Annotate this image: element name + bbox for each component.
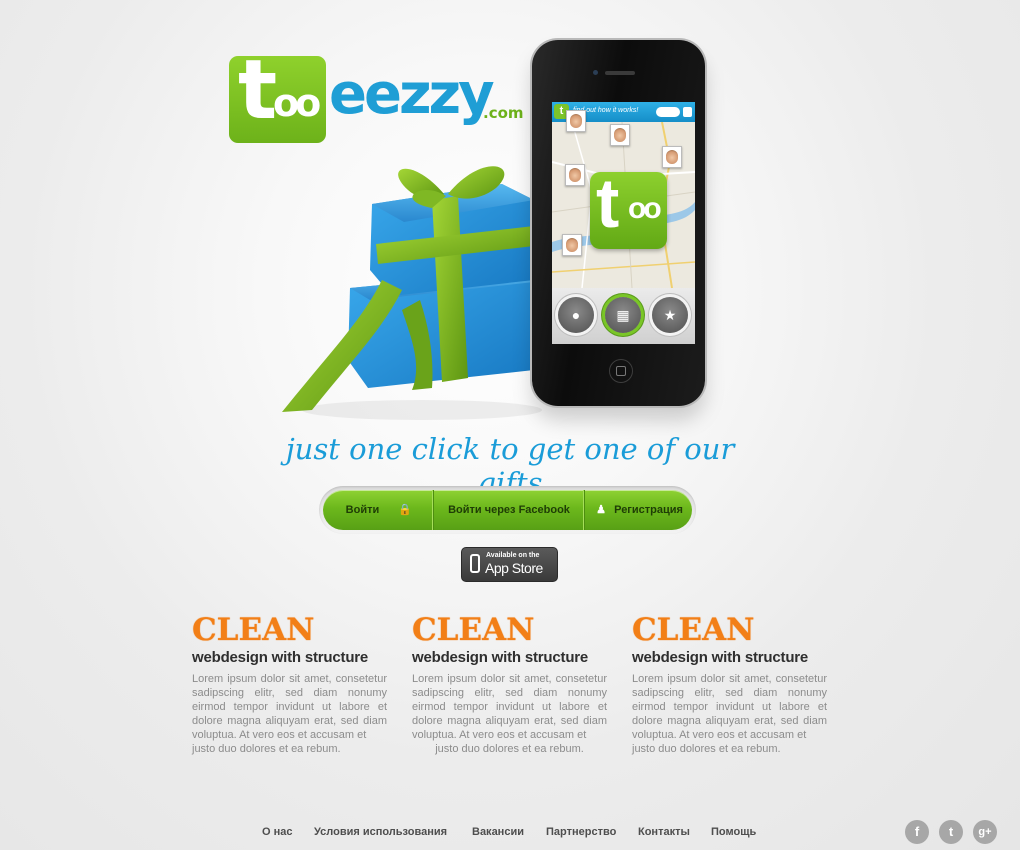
feature-column: CLEAN webdesign with structure Lorem ips… bbox=[632, 612, 827, 756]
map-user-avatar bbox=[610, 124, 630, 146]
footer-link-contacts[interactable]: Контакты bbox=[638, 826, 690, 838]
logo-domain: .com bbox=[483, 104, 524, 122]
lock-icon: 🔒 bbox=[398, 504, 413, 516]
twitter-icon[interactable]: t bbox=[939, 820, 963, 844]
logo-wordmark: eezzy bbox=[329, 62, 495, 127]
map-user-avatar bbox=[662, 146, 682, 168]
feature-text: Lorem ipsum dolor sit amet, consetetur s… bbox=[632, 673, 827, 741]
gift-icon: ▦ bbox=[605, 297, 641, 333]
phone-home-button bbox=[609, 359, 633, 383]
feature-text: Lorem ipsum dolor sit amet, consetetur s… bbox=[192, 673, 387, 741]
footer-link-terms[interactable]: Условия использования bbox=[314, 826, 447, 838]
feature-heading: CLEAN bbox=[192, 612, 315, 648]
app-store-badge-small: Available on the bbox=[486, 552, 540, 559]
app-search-field bbox=[656, 107, 680, 117]
feature-text-last: justo duo dolores et ea rebum. bbox=[192, 743, 341, 755]
feature-heading: CLEAN bbox=[412, 612, 535, 648]
app-center-logo-t: t bbox=[596, 164, 620, 242]
register-button[interactable]: ♟ Регистрация bbox=[584, 490, 692, 530]
map-user-avatar bbox=[562, 234, 582, 256]
gift-box-illustration bbox=[282, 166, 542, 420]
facebook-login-button[interactable]: Войти через Facebook bbox=[433, 490, 584, 530]
site-logo[interactable]: t oo eezzy .com bbox=[229, 50, 524, 146]
app-store-badge[interactable]: Available on the App Store bbox=[461, 547, 558, 582]
app-dock: ● ▦ ★ bbox=[552, 288, 695, 344]
app-favorites-icon bbox=[683, 107, 692, 117]
footer-link-partners[interactable]: Партнерство bbox=[546, 826, 616, 838]
register-button-label: Регистрация bbox=[614, 504, 683, 516]
auth-button-group-inner: Войти 🔒 Войти через Facebook ♟ Регистрац… bbox=[323, 490, 692, 530]
auth-button-group: Войти 🔒 Войти через Facebook ♟ Регистрац… bbox=[319, 486, 696, 534]
feature-subheading: webdesign with structure bbox=[192, 649, 369, 666]
location-pin-icon: ● bbox=[558, 297, 594, 333]
feature-text-last: justo duo dolores et ea rebum. bbox=[632, 743, 781, 755]
feature-subheading: webdesign with structure bbox=[632, 649, 809, 666]
iphone-icon bbox=[470, 554, 480, 573]
feature-text: Lorem ipsum dolor sit amet, consetetur s… bbox=[412, 673, 607, 741]
login-button[interactable]: Войти 🔒 bbox=[323, 490, 433, 530]
feature-heading: CLEAN bbox=[632, 612, 755, 648]
google-plus-icon[interactable]: g+ bbox=[973, 820, 997, 844]
facebook-login-label: Войти через Facebook bbox=[448, 504, 570, 516]
phone-body: t find out how it works! t oo ● ▦ ★ bbox=[532, 40, 705, 406]
phone-camera bbox=[593, 70, 598, 75]
app-center-logo-oo: oo bbox=[628, 192, 662, 225]
footer-link-help[interactable]: Помощь bbox=[711, 826, 756, 838]
user-icon: ♟ bbox=[596, 504, 606, 516]
feature-column: CLEAN webdesign with structure Lorem ips… bbox=[412, 612, 607, 756]
smartphone-mockup: t find out how it works! t oo ● ▦ ★ bbox=[532, 40, 705, 410]
app-store-badge-big: App Store bbox=[485, 560, 543, 576]
logo-mark: t oo bbox=[229, 50, 326, 143]
footer-link-about[interactable]: О нас bbox=[262, 826, 293, 838]
logo-mark-t: t bbox=[238, 43, 278, 138]
footer-link-jobs[interactable]: Вакансии bbox=[472, 826, 524, 838]
logo-mark-oo: oo bbox=[273, 81, 321, 125]
phone-screen: t find out how it works! t oo ● ▦ ★ bbox=[552, 102, 695, 344]
map-user-avatar bbox=[565, 164, 585, 186]
app-center-logo: t oo bbox=[590, 168, 667, 249]
feature-column: CLEAN webdesign with structure Lorem ips… bbox=[192, 612, 387, 756]
login-button-label: Войти bbox=[345, 504, 380, 516]
facebook-icon[interactable]: f bbox=[905, 820, 929, 844]
feature-text-last: justo duo dolores et ea rebum. bbox=[435, 743, 584, 755]
phone-speaker bbox=[605, 71, 635, 75]
badge-star-icon: ★ bbox=[652, 297, 688, 333]
feature-subheading: webdesign with structure bbox=[412, 649, 589, 666]
map-user-avatar bbox=[566, 110, 586, 132]
